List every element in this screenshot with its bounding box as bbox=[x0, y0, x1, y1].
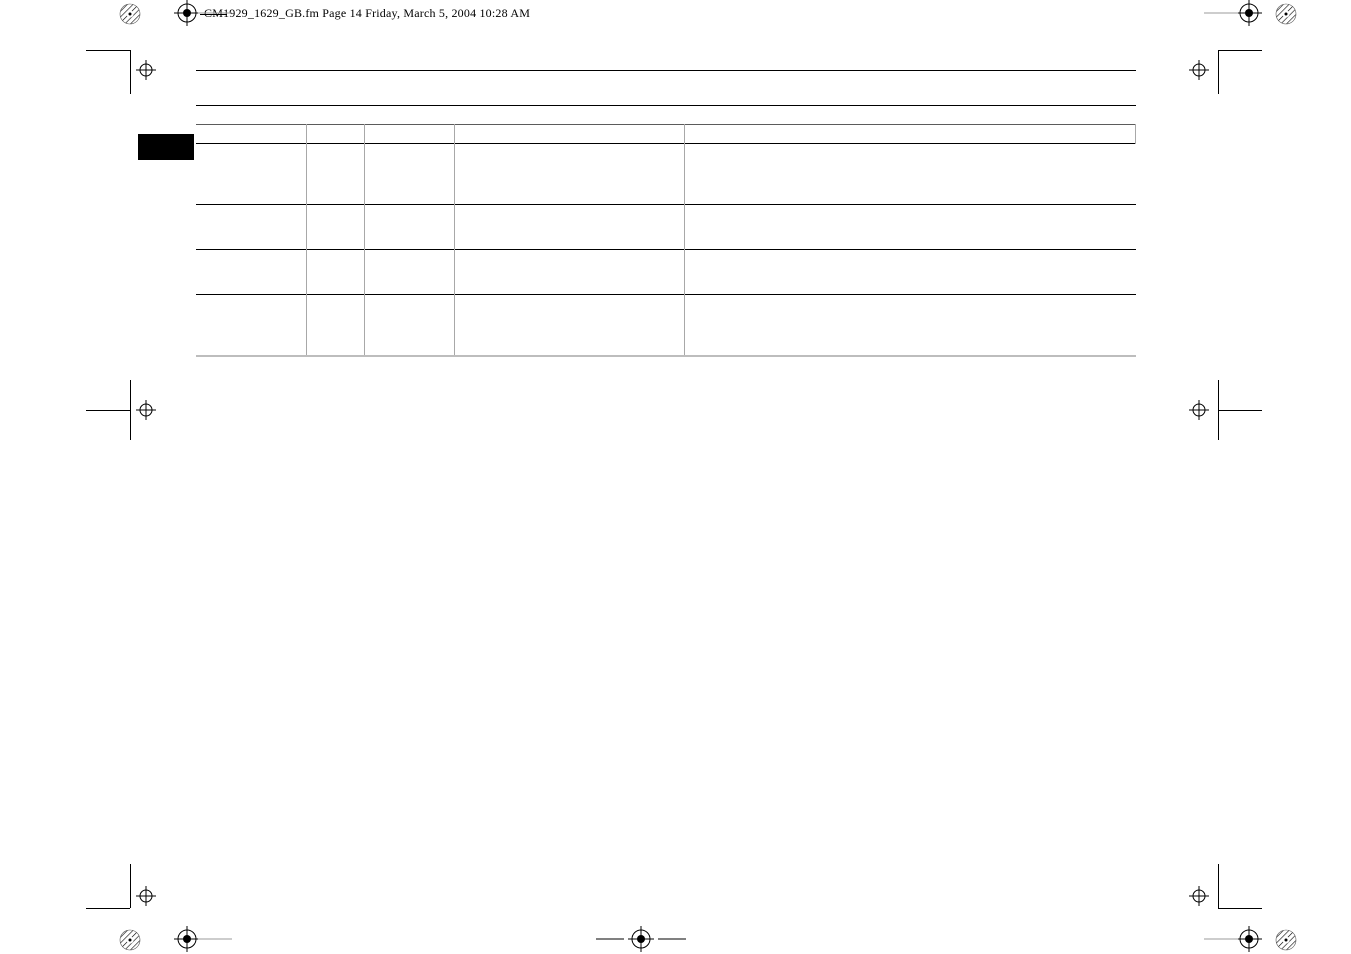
cell bbox=[364, 205, 454, 250]
cell bbox=[196, 250, 306, 295]
table-row bbox=[196, 250, 1136, 295]
registration-target-icon bbox=[136, 400, 156, 420]
crop-line-bottom-center bbox=[596, 932, 686, 946]
content-table bbox=[196, 124, 1136, 357]
th-4 bbox=[454, 125, 684, 144]
crop-line bbox=[1204, 938, 1238, 940]
cell bbox=[196, 295, 306, 357]
cell bbox=[454, 250, 684, 295]
cell bbox=[196, 144, 306, 205]
crop-mark-bottom-right bbox=[1200, 864, 1270, 934]
cell bbox=[364, 295, 454, 357]
cell bbox=[684, 295, 1136, 357]
section-tab-marker bbox=[138, 134, 194, 160]
cell bbox=[364, 144, 454, 205]
cell bbox=[454, 205, 684, 250]
color-patch-icon bbox=[1274, 928, 1298, 952]
crop-line bbox=[198, 12, 232, 14]
registration-target-large-icon bbox=[1236, 926, 1262, 952]
th-2 bbox=[306, 125, 364, 144]
registration-target-icon bbox=[1189, 400, 1209, 420]
table-row bbox=[196, 295, 1136, 357]
table-header-row bbox=[196, 125, 1136, 144]
filename-rest: 1929_1629_GB.fm Page 14 Friday, March 5,… bbox=[223, 6, 530, 20]
color-patch-icon bbox=[118, 928, 142, 952]
cell bbox=[306, 144, 364, 205]
cell bbox=[454, 144, 684, 205]
cell bbox=[196, 205, 306, 250]
registration-target-icon bbox=[136, 886, 156, 906]
registration-target-large-icon bbox=[174, 0, 200, 26]
crop-line bbox=[198, 938, 232, 940]
registration-target-icon bbox=[136, 60, 156, 80]
cell bbox=[306, 295, 364, 357]
page-header-fileinfo: CM1929_1629_GB.fm Page 14 Friday, March … bbox=[204, 6, 530, 21]
th-5 bbox=[684, 125, 1136, 144]
crop-line bbox=[1204, 12, 1238, 14]
crop-mark-right-mid bbox=[1200, 380, 1270, 450]
cell bbox=[454, 295, 684, 357]
th-3 bbox=[364, 125, 454, 144]
color-patch-icon bbox=[118, 2, 142, 26]
table-row bbox=[196, 205, 1136, 250]
color-patch-icon bbox=[1274, 2, 1298, 26]
rule-sub bbox=[196, 105, 1136, 106]
cell bbox=[684, 205, 1136, 250]
registration-target-icon bbox=[1189, 60, 1209, 80]
cell bbox=[684, 144, 1136, 205]
cell bbox=[306, 250, 364, 295]
registration-target-large-icon bbox=[174, 926, 200, 952]
registration-target-large-icon bbox=[1236, 0, 1262, 26]
th-1 bbox=[196, 125, 306, 144]
crop-mark-top-right bbox=[1200, 30, 1270, 100]
cell bbox=[364, 250, 454, 295]
registration-target-icon bbox=[1189, 886, 1209, 906]
table-row bbox=[196, 144, 1136, 205]
cell bbox=[306, 205, 364, 250]
cell bbox=[684, 250, 1136, 295]
page-content bbox=[196, 70, 1136, 357]
